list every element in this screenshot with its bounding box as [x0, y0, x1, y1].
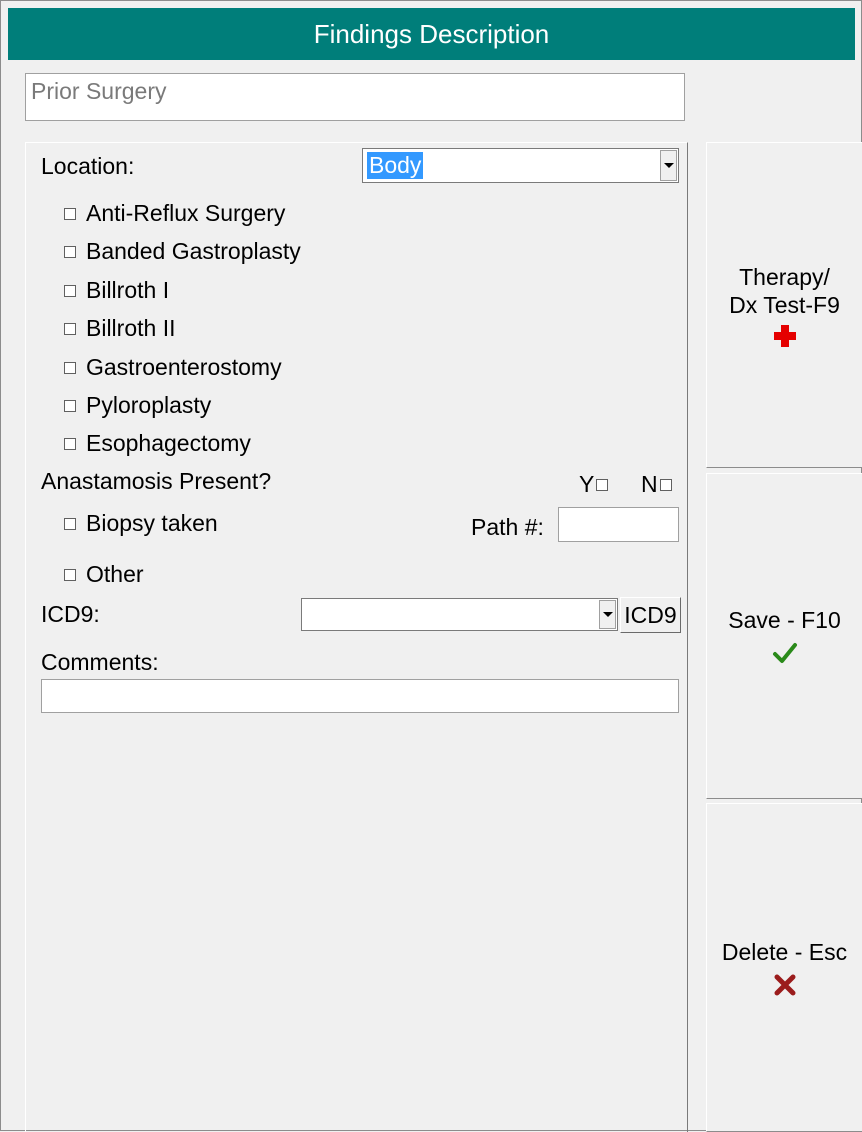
procedure-banded-gastroplasty[interactable]: Banded Gastroplasty	[64, 238, 301, 265]
checkbox[interactable]	[64, 361, 76, 374]
therapy-label-line2: Dx Test-F9	[729, 292, 840, 318]
anastomosis-no[interactable]: N	[641, 471, 672, 498]
x-icon	[774, 974, 795, 995]
no-label: N	[641, 471, 658, 497]
save-label: Save - F10	[728, 607, 841, 633]
location-dropdown-button[interactable]	[660, 150, 677, 181]
location-select[interactable]: Body	[362, 148, 679, 183]
yes-label: Y	[579, 471, 595, 497]
procedure-billroth-i[interactable]: Billroth I	[64, 277, 169, 304]
icd9-select[interactable]	[301, 598, 618, 631]
plus-icon	[773, 325, 796, 347]
biopsy-taken[interactable]: Biopsy taken	[64, 510, 218, 537]
save-button[interactable]: Save - F10	[706, 473, 862, 799]
procedure-billroth-ii[interactable]: Billroth II	[64, 315, 175, 342]
checkbox[interactable]	[64, 568, 76, 581]
checkbox[interactable]	[64, 284, 76, 297]
checkbox-label: Other	[86, 561, 144, 587]
checkbox-label: Banded Gastroplasty	[86, 238, 301, 264]
checkbox-label: Billroth I	[86, 277, 170, 303]
checkbox[interactable]	[64, 207, 76, 220]
yes-checkbox[interactable]	[596, 478, 609, 491]
checkbox-label: Gastroenterostomy	[86, 354, 282, 380]
icd9-label: ICD9:	[41, 601, 100, 627]
location-label: Location:	[41, 153, 135, 179]
procedure-esophagectomy[interactable]: Esophagectomy	[64, 430, 251, 457]
checkbox-label: Anti-Reflux Surgery	[86, 200, 286, 226]
location-value: Body	[367, 152, 424, 179]
findings-dialog: Findings Description Prior Surgery Locat…	[0, 0, 862, 1132]
title-bar: Findings Description	[8, 8, 855, 60]
comments-input[interactable]	[41, 679, 679, 713]
therapy-dx-test-button[interactable]: Therapy/ Dx Test-F9	[706, 142, 862, 468]
path-number-input[interactable]	[558, 507, 679, 542]
checkbox[interactable]	[64, 437, 76, 450]
finding-name-field[interactable]: Prior Surgery	[25, 73, 685, 121]
icd9-dropdown-button[interactable]	[599, 600, 616, 629]
delete-button[interactable]: Delete - Esc	[706, 803, 862, 1132]
checkbox[interactable]	[64, 322, 76, 335]
icd9-lookup-button[interactable]: ICD9	[620, 597, 681, 633]
checkbox[interactable]	[64, 399, 76, 412]
check-icon	[772, 643, 797, 663]
procedure-gastroenterostomy[interactable]: Gastroenterostomy	[64, 354, 282, 381]
delete-label: Delete - Esc	[721, 938, 848, 965]
other-option[interactable]: Other	[64, 561, 144, 588]
window-title: Findings Description	[313, 18, 550, 49]
chevron-down-icon	[663, 163, 674, 168]
checkbox[interactable]	[64, 517, 76, 530]
procedure-pyloroplasty[interactable]: Pyloroplasty	[64, 392, 211, 419]
chevron-down-icon	[602, 612, 613, 617]
no-checkbox[interactable]	[659, 478, 672, 491]
procedure-anti-reflux[interactable]: Anti-Reflux Surgery	[64, 200, 285, 227]
checkbox-label: Biopsy taken	[86, 510, 218, 536]
path-number-label: Path #:	[471, 514, 544, 540]
therapy-label-line1: Therapy/	[739, 264, 830, 290]
anastomosis-yes[interactable]: Y	[579, 471, 609, 498]
anastomosis-label: Anastamosis Present?	[41, 468, 272, 494]
checkbox-label: Billroth II	[86, 315, 176, 341]
comments-label: Comments:	[41, 649, 159, 675]
checkbox[interactable]	[64, 245, 76, 258]
checkbox-label: Pyloroplasty	[86, 392, 212, 418]
checkbox-label: Esophagectomy	[86, 430, 251, 456]
